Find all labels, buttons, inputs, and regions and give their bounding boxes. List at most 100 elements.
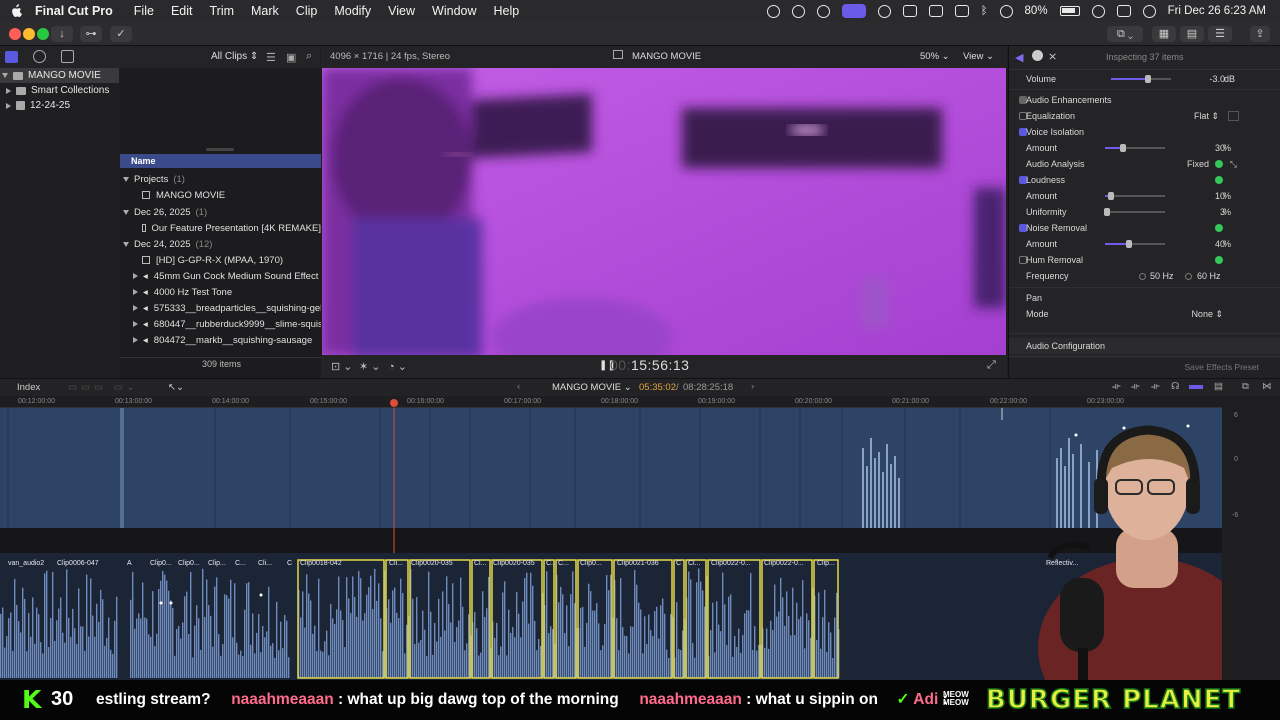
clip-appearance-icon[interactable]: ⟛ (1112, 381, 1121, 392)
view-dropdown[interactable]: View ⌄ (963, 51, 994, 62)
filmstrip-resize-handle[interactable] (206, 148, 234, 151)
pan-header[interactable]: Pan (1009, 290, 1280, 306)
cast-icon[interactable] (954, 5, 969, 17)
sidebar-item-mango-movie[interactable]: MANGO MOVIE (0, 68, 119, 83)
list-item[interactable]: ◂ 575333__breadparticles__squishing-gel (120, 300, 321, 316)
menu-mark[interactable]: Mark (251, 4, 279, 18)
close-window-button[interactable] (9, 28, 21, 40)
disclosure-triangle-icon[interactable] (133, 289, 138, 295)
play-icon[interactable] (877, 4, 891, 18)
freq-50-radio[interactable] (1139, 272, 1146, 280)
index-button[interactable]: Index (17, 382, 40, 393)
clip-label[interactable]: Clip0... (150, 560, 172, 567)
eq-graph-icon[interactable] (1228, 111, 1239, 121)
show-timeline-button[interactable]: ▤ (1180, 26, 1204, 42)
uniformity-slider[interactable] (1103, 208, 1165, 216)
disclosure-triangle-icon[interactable] (6, 102, 11, 109)
clip-label[interactable]: Clip0... (178, 560, 200, 567)
display-icon[interactable] (928, 5, 943, 17)
clip-label[interactable]: C... (558, 560, 569, 567)
project-name-dropdown[interactable]: MANGO MOVIE ⌄ (552, 382, 632, 393)
slider-knob[interactable] (1145, 75, 1152, 83)
filmstrip-view-icon[interactable]: ▣ (286, 51, 296, 64)
equalization-dropdown[interactable]: Flat ⇕ (1194, 111, 1219, 122)
menu-file[interactable]: File (134, 4, 154, 18)
clip-label[interactable]: Clip0020-035 (411, 560, 453, 567)
slider-knob[interactable] (1126, 240, 1132, 248)
battery-icon[interactable] (1059, 6, 1080, 16)
playhead-handle[interactable] (390, 399, 398, 407)
titles-generators-icon[interactable] (61, 50, 74, 63)
clip-label[interactable]: Cli... (258, 560, 272, 567)
clip-label[interactable]: Clip0021-036 (617, 560, 659, 567)
siri-icon[interactable] (1142, 4, 1156, 18)
timeline-index-icon[interactable]: ▤ (1214, 381, 1223, 392)
show-browser-button[interactable]: ▦ (1152, 26, 1176, 42)
timecode-display[interactable]: 00:15:56:13 (610, 357, 689, 373)
close-icon[interactable]: ⨯ (1048, 50, 1057, 63)
control-center-icon[interactable] (1116, 5, 1131, 17)
menu-view[interactable]: View (388, 4, 415, 18)
magic-tool-icon[interactable]: ✶ ⌄ (359, 360, 381, 373)
minimize-window-button[interactable] (23, 28, 35, 40)
speed-tool-icon[interactable]: ◔ ⌄ (388, 360, 407, 373)
search-icon[interactable] (1091, 4, 1105, 18)
clip-label[interactable]: C... (235, 560, 246, 567)
timeline[interactable]: van_audio2 Clip0006-047 A Clip0... Clip0... C… (0, 408, 1222, 680)
list-item[interactable]: MANGO MOVIE (120, 187, 321, 203)
clip-label[interactable]: Clip0006-047 (57, 560, 99, 567)
disclosure-triangle-icon[interactable] (133, 337, 138, 343)
noise-removal-slider[interactable] (1105, 240, 1165, 248)
name-column-header[interactable]: Name (120, 154, 321, 168)
clip-label[interactable]: A (127, 560, 132, 567)
clock[interactable]: Fri Dec 26 6:23 AM (1168, 5, 1266, 17)
libraries-icon[interactable] (5, 51, 18, 63)
zoom-to-fit-icon[interactable]: ⋈ (1262, 381, 1272, 392)
audio-skimming-icon[interactable]: ⟛ (1151, 381, 1160, 392)
clip-label[interactable]: C... (546, 560, 557, 567)
history-forward-icon[interactable]: › (751, 381, 754, 392)
app-menu[interactable]: Final Cut Pro (35, 4, 113, 18)
clip-appearance-icon[interactable]: ☰ (266, 51, 276, 64)
zoom-window-button[interactable] (37, 28, 49, 40)
menu-edit[interactable]: Edit (171, 4, 193, 18)
screen-share-icon[interactable] (841, 4, 866, 18)
extension-icon[interactable] (791, 4, 805, 18)
disclosure-triangle-icon[interactable] (6, 87, 11, 94)
freq-60-option[interactable]: 60 Hz (1197, 271, 1221, 281)
solo-icon[interactable]: ☊ (1171, 381, 1179, 392)
menu-clip[interactable]: Clip (296, 4, 318, 18)
clip-label[interactable]: Cl... (474, 560, 486, 567)
clip-label[interactable]: Cli... (389, 560, 403, 567)
screen-record-icon[interactable] (766, 4, 780, 18)
clip-label[interactable]: Clip0022-0... (764, 560, 804, 567)
sidebar-item-event-12-24-25[interactable]: 12-24-25 (0, 98, 119, 113)
skimming-icon[interactable]: ⟛ (1131, 381, 1140, 392)
list-item[interactable]: Our Feature Presentation [4K REMAKE] (120, 220, 321, 236)
volume-value[interactable]: -3.0 (1209, 74, 1225, 84)
audio-inspector-icon[interactable]: ◀ (1015, 51, 1023, 64)
disclosure-triangle-icon[interactable] (123, 176, 129, 182)
clip-label[interactable]: Clip... (208, 560, 226, 567)
clip-label[interactable]: van_audio2 (8, 560, 44, 567)
slider-knob[interactable] (1120, 144, 1126, 152)
disclosure-triangle-icon[interactable] (123, 241, 129, 247)
clip-label[interactable]: C (287, 560, 292, 567)
apple-icon[interactable] (10, 4, 22, 18)
clip-label[interactable]: C (676, 560, 681, 567)
loudness-slider[interactable] (1105, 192, 1165, 200)
clip-label[interactable]: Clip... (817, 560, 835, 567)
edit-buttons[interactable]: ▭▭▭ ▭⌄ (68, 382, 139, 393)
disclosure-triangle-icon[interactable] (133, 305, 138, 311)
audio-config-header[interactable]: Audio Configuration (1009, 338, 1280, 354)
search-icon[interactable]: ⌕ (306, 50, 312, 63)
menu-help[interactable]: Help (494, 4, 520, 18)
list-item[interactable]: ◂ 804472__markb__squishing-sausage (120, 332, 321, 348)
slider-knob[interactable] (1103, 208, 1110, 216)
background-tasks-button[interactable]: ✓ (110, 26, 132, 42)
photos-audio-icon[interactable] (33, 50, 46, 63)
video-viewer[interactable] (322, 68, 1006, 355)
list-item[interactable]: ◂ 45mm Gun Cock Medium Sound Effect (120, 268, 321, 284)
voice-isolation-slider[interactable] (1105, 144, 1165, 152)
list-item[interactable]: [HD] G-GP-R-X (MPAA, 1970) (120, 252, 321, 268)
